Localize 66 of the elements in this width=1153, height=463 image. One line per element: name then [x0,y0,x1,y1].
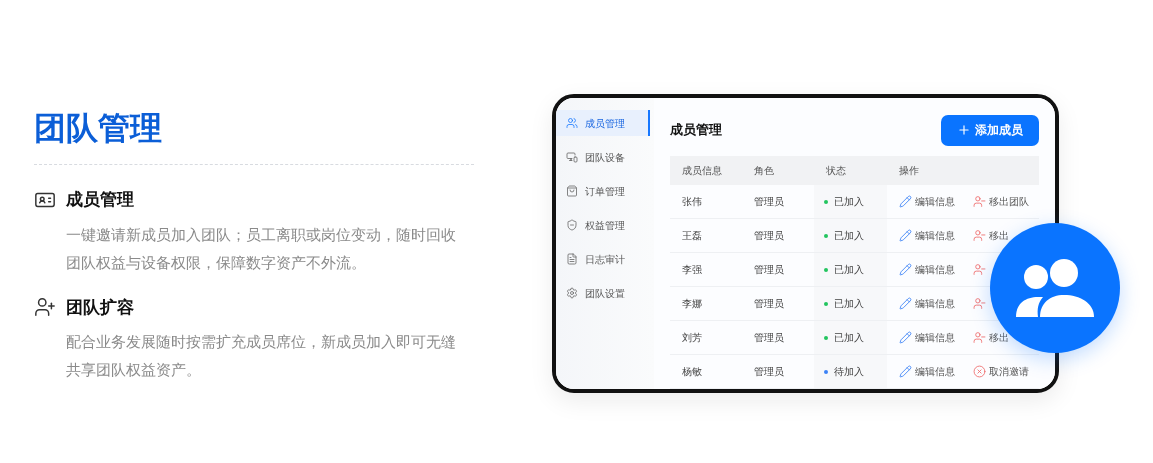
action-link[interactable]: 编辑信息 [915,296,955,311]
status-text: 已加入 [834,297,864,311]
add-member-button[interactable]: 添加成员 [941,114,1039,146]
action-link[interactable]: 编辑信息 [915,228,955,243]
sidebar-item[interactable]: 日志审计 [556,246,654,272]
feature-description: 一键邀请新成员加入团队；员工离职或岗位变动，随时回收团队权益与设备权限，保障数字资产不外流。 [66,225,457,273]
status-text: 已加入 [834,195,864,209]
pencil-icon [899,331,912,344]
table-cell-text: 管理员 [753,195,785,209]
action-link[interactable]: 取消邀请 [989,364,1029,379]
plus-icon [957,123,971,137]
action-link[interactable]: 编辑信息 [915,194,955,209]
sidebar-item[interactable]: 订单管理 [556,178,654,204]
content-heading: 成员管理 [670,121,722,140]
column-header: 操作 [898,164,920,178]
column-header: 成员信息 [681,164,723,178]
pencil-icon [899,263,912,276]
sidebar-item[interactable]: 团队设备 [556,144,654,170]
column-header: 角色 [753,164,775,178]
user-minus-icon [973,297,986,310]
pencil-icon [899,195,912,208]
pencil-icon [899,229,912,242]
feature-description: 配合业务发展随时按需扩充成员席位，新成员加入即可无缝共享团队权益资产。 [66,333,457,380]
close-circle-icon [973,365,986,378]
table-cell-text: 刘芳 [681,331,703,345]
user-minus-icon [973,263,986,276]
feature-title: 团队扩容 [66,296,134,319]
table-cell-text: 管理员 [753,297,785,311]
table-cell-text: 管理员 [753,263,785,277]
page-title: 团队管理 [34,109,163,148]
bag-icon [566,185,578,197]
table-cell-text: 管理员 [753,331,785,345]
user-minus-icon [973,331,986,344]
table-cell-text: 管理员 [753,229,785,243]
feature-title: 成员管理 [66,189,134,211]
status-text: 已加入 [834,263,864,277]
sidebar-item[interactable]: 权益管理 [556,212,654,238]
user-minus-icon [973,195,986,208]
settings-icon [566,287,578,299]
user-minus-icon [973,229,986,242]
shield-icon [566,219,578,231]
document-icon [566,253,578,265]
users-icon [566,117,578,129]
table-cell-text: 李强 [681,263,703,277]
sidebar-item[interactable]: 团队设置 [556,280,654,306]
column-header: 状态 [825,164,847,178]
table-cell-text: 管理员 [753,365,785,379]
action-link[interactable]: 编辑信息 [915,364,955,379]
status-text: 已加入 [834,331,864,345]
table-cell-text: 王磊 [681,229,703,243]
table-cell-text: 杨敏 [681,365,703,379]
action-link[interactable]: 编辑信息 [915,262,955,277]
action-link[interactable]: 移出团队 [989,194,1029,209]
table-cell-text: 张伟 [681,195,703,209]
pencil-icon [899,365,912,378]
action-link[interactable]: 移出 [989,330,1009,345]
sidebar-item[interactable]: 成员管理 [556,110,650,136]
users-icon [1016,259,1094,317]
status-text: 待加入 [834,365,864,379]
user-plus-icon [34,296,56,319]
action-link[interactable]: 编辑信息 [915,330,955,345]
status-text: 已加入 [834,229,864,243]
action-link[interactable]: 移出 [989,228,1009,243]
pencil-icon [899,297,912,310]
table-cell-text: 李娜 [681,297,703,311]
monitor-phone-icon [566,151,578,163]
